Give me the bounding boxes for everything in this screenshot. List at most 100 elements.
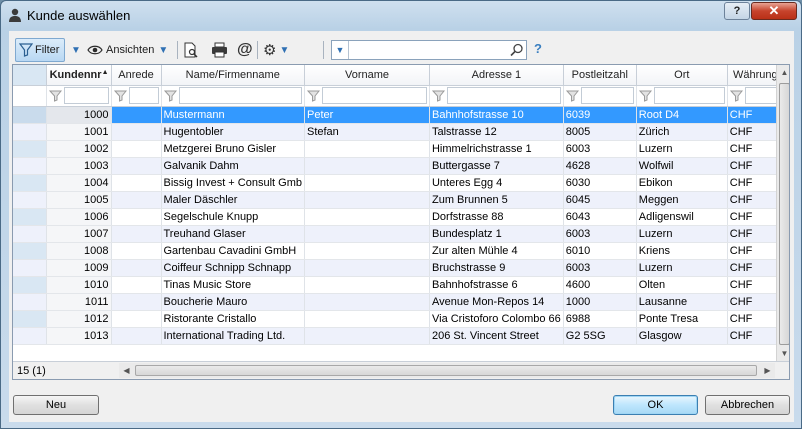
table-cell[interactable]: Zur alten Mühle 4 <box>429 242 564 260</box>
column-filter-input[interactable] <box>178 87 302 104</box>
table-row[interactable]: 1008 Gartenbau Cavadini GmbH Zur alten Müh… <box>13 242 784 260</box>
table-cell[interactable]: CHF <box>727 293 784 311</box>
table-cell[interactable]: Root D4 <box>636 106 728 124</box>
table-cell[interactable] <box>304 327 430 345</box>
table-cell[interactable]: 1002 <box>46 140 112 158</box>
column-filter-input[interactable] <box>63 87 109 104</box>
column-header-vorname[interactable]: Vorname <box>304 65 430 86</box>
column-filter-input[interactable] <box>446 87 561 104</box>
row-selector[interactable] <box>13 140 47 158</box>
table-cell[interactable]: Bahnhofstrasse 6 <box>429 276 564 294</box>
table-cell[interactable] <box>111 293 162 311</box>
table-cell[interactable]: 206 St. Vincent Street <box>429 327 564 345</box>
table-cell[interactable]: CHF <box>727 310 784 328</box>
row-selector[interactable] <box>13 174 47 192</box>
new-button[interactable]: Neu <box>13 395 99 415</box>
table-cell[interactable]: CHF <box>727 123 784 141</box>
table-cell[interactable]: Buttergasse 7 <box>429 157 564 175</box>
table-cell[interactable]: Bahnhofstrasse 10 <box>429 106 564 124</box>
table-cell[interactable]: 4628 <box>563 157 637 175</box>
column-header-adresse[interactable]: Adresse 1 <box>429 65 564 86</box>
table-cell[interactable]: 1006 <box>46 208 112 226</box>
table-cell[interactable]: CHF <box>727 259 784 277</box>
table-cell[interactable]: CHF <box>727 225 784 243</box>
table-cell[interactable]: Wolfwil <box>636 157 728 175</box>
filter-funnel-icon[interactable] <box>48 89 63 103</box>
vertical-scroll-thumb[interactable] <box>779 83 789 345</box>
table-cell[interactable]: Segelschule Knupp <box>161 208 305 226</box>
table-row[interactable]: 1004 Bissig Invest + Consult Gmb Unteres E… <box>13 174 784 192</box>
table-cell[interactable]: G2 5SG <box>563 327 637 345</box>
table-cell[interactable]: 8005 <box>563 123 637 141</box>
scroll-left-arrow[interactable]: ◀ <box>119 363 134 378</box>
preview-button[interactable] <box>183 38 199 62</box>
table-cell[interactable] <box>111 123 162 141</box>
table-cell[interactable]: 6003 <box>563 259 637 277</box>
table-row[interactable]: 1010 Tinas Music Store Bahnhofstrasse 6 460… <box>13 276 784 294</box>
filter-funnel-icon[interactable] <box>729 89 744 103</box>
table-row[interactable]: 1001 Hugentobler Stefan Talstrasse 12 8005 Zü… <box>13 123 784 141</box>
table-cell[interactable]: Adligenswil <box>636 208 728 226</box>
close-button[interactable]: ✕ <box>751 2 797 20</box>
table-cell[interactable]: Ponte Tresa <box>636 310 728 328</box>
table-cell[interactable]: 6010 <box>563 242 637 260</box>
table-cell[interactable]: Himmelrichstrasse 1 <box>429 140 564 158</box>
table-cell[interactable]: Ristorante Cristallo <box>161 310 305 328</box>
table-cell[interactable]: Bissig Invest + Consult Gmb <box>161 174 305 192</box>
table-cell[interactable]: 1004 <box>46 174 112 192</box>
table-cell[interactable] <box>111 174 162 192</box>
table-cell[interactable]: Maler Däschler <box>161 191 305 209</box>
table-cell[interactable]: 6039 <box>563 106 637 124</box>
settings-button[interactable]: ⚙ ▼ <box>263 38 289 62</box>
table-row[interactable]: 1007 Treuhand Glaser Bundesplatz 1 6003 Luze… <box>13 225 784 243</box>
table-cell[interactable]: Via Cristoforo Colombo 66 <box>429 310 564 328</box>
table-cell[interactable]: 1008 <box>46 242 112 260</box>
table-cell[interactable] <box>304 259 430 277</box>
table-cell[interactable]: Zürich <box>636 123 728 141</box>
cancel-button[interactable]: Abbrechen <box>705 395 790 415</box>
row-selector[interactable] <box>13 276 47 294</box>
table-cell[interactable]: 1009 <box>46 259 112 277</box>
table-cell[interactable] <box>111 327 162 345</box>
table-cell[interactable]: Avenue Mon-Repos 14 <box>429 293 564 311</box>
row-selector[interactable] <box>13 157 47 175</box>
filter-funnel-icon[interactable] <box>431 89 446 103</box>
filter-funnel-icon[interactable] <box>113 89 128 103</box>
table-cell[interactable]: International Trading Ltd. <box>161 327 305 345</box>
table-cell[interactable]: Dorfstrasse 88 <box>429 208 564 226</box>
table-cell[interactable]: 6043 <box>563 208 637 226</box>
table-cell[interactable]: Mustermann <box>161 106 305 124</box>
table-cell[interactable] <box>304 208 430 226</box>
table-cell[interactable]: CHF <box>727 157 784 175</box>
table-cell[interactable]: Kriens <box>636 242 728 260</box>
table-row[interactable]: 1005 Maler Däschler Zum Brunnen 5 6045 Megge… <box>13 191 784 209</box>
column-filter-input[interactable] <box>580 87 634 104</box>
filter-funnel-icon[interactable] <box>638 89 653 103</box>
table-cell[interactable]: Talstrasse 12 <box>429 123 564 141</box>
table-cell[interactable]: Bruchstrasse 9 <box>429 259 564 277</box>
table-cell[interactable] <box>111 242 162 260</box>
horizontal-scrollbar[interactable]: ◀ ▶ <box>119 363 775 378</box>
table-cell[interactable]: Bundesplatz 1 <box>429 225 564 243</box>
row-selector[interactable] <box>13 293 47 311</box>
table-cell[interactable] <box>111 208 162 226</box>
filter-funnel-icon[interactable] <box>306 89 321 103</box>
email-button[interactable]: @ <box>237 38 253 62</box>
print-button[interactable] <box>211 38 228 62</box>
table-cell[interactable] <box>304 310 430 328</box>
scroll-up-arrow[interactable]: ▲ <box>777 65 789 80</box>
table-cell[interactable]: Treuhand Glaser <box>161 225 305 243</box>
table-cell[interactable]: 1012 <box>46 310 112 328</box>
table-cell[interactable]: 6030 <box>563 174 637 192</box>
views-button[interactable]: Ansichten ▼ <box>87 38 168 62</box>
scroll-down-arrow[interactable]: ▼ <box>777 346 789 361</box>
table-row[interactable]: 1006 Segelschule Knupp Dorfstrasse 88 6043 A… <box>13 208 784 226</box>
table-cell[interactable]: Stefan <box>304 123 430 141</box>
table-cell[interactable] <box>111 310 162 328</box>
table-cell[interactable]: Unteres Egg 4 <box>429 174 564 192</box>
ok-button[interactable]: OK <box>613 395 698 415</box>
table-cell[interactable]: 1001 <box>46 123 112 141</box>
column-header-ort[interactable]: Ort <box>636 65 728 86</box>
column-header-anrede[interactable]: Anrede <box>111 65 162 86</box>
row-selector[interactable] <box>13 327 47 345</box>
